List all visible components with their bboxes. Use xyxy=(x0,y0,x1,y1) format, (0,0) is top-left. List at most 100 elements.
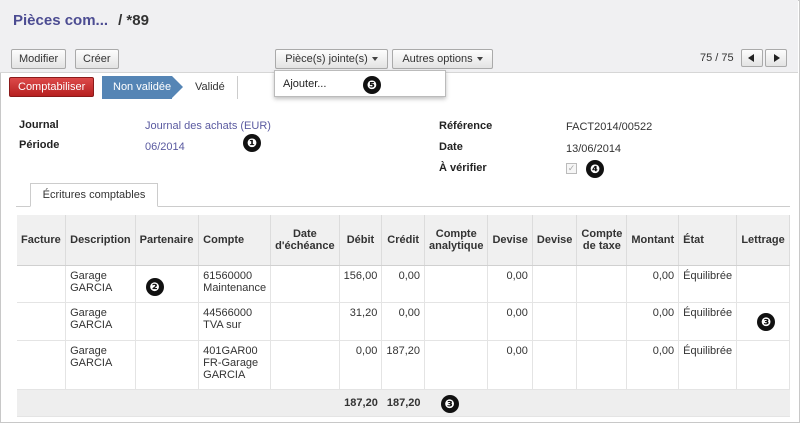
callout-2: ❷ xyxy=(145,277,164,296)
chevron-down-icon xyxy=(476,57,483,62)
stage-posted[interactable]: Validé xyxy=(195,76,225,99)
cell-account: 61560000 Maintenance xyxy=(198,265,272,303)
cell-due-date xyxy=(270,265,340,303)
total-credit: 187,20 xyxy=(381,389,425,417)
cell-amount: 0,00 xyxy=(626,302,680,341)
callout-1: ❶ xyxy=(243,134,261,152)
post-button[interactable]: Comptabiliser xyxy=(9,77,95,97)
col-partner[interactable]: Partenaire xyxy=(135,215,200,266)
cell-amount-currency: 0,00 xyxy=(487,340,533,390)
cell-state: Équilibrée xyxy=(678,265,738,303)
col-credit[interactable]: Crédit xyxy=(381,215,426,266)
cell-partner: ❷ xyxy=(135,265,200,303)
more-options-dropdown-button[interactable]: Autres options xyxy=(392,49,493,69)
more-options-label: Autres options xyxy=(402,53,473,65)
cell-tax-account xyxy=(576,265,628,303)
create-button[interactable]: Créer xyxy=(75,49,119,69)
attachments-menu: Ajouter... xyxy=(274,70,446,97)
to-check-label: À vérifier xyxy=(439,162,487,174)
cell-tax-account xyxy=(576,302,628,341)
col-currency[interactable]: Devise xyxy=(532,215,578,266)
cell-analytic xyxy=(424,340,489,390)
cell-reconcile: ❸ xyxy=(736,302,790,341)
cell-state: Équilibrée xyxy=(678,340,738,390)
cell-amount-currency: 0,00 xyxy=(487,265,533,303)
period-field[interactable]: 06/2014 xyxy=(145,141,185,153)
arrow-right-icon xyxy=(774,54,780,62)
callout-4: ❹ xyxy=(586,160,604,178)
cell-currency xyxy=(532,265,578,303)
cell-amount-currency: 0,00 xyxy=(487,302,533,341)
date-field[interactable]: 13/06/2014 xyxy=(566,143,621,155)
callout-3-totals: ❸ xyxy=(440,394,459,413)
cell-partner xyxy=(135,302,200,341)
cell-due-date xyxy=(270,340,340,390)
callout-5: ❺ xyxy=(363,76,381,94)
col-description[interactable]: Description xyxy=(65,215,136,266)
table-row[interactable]: Garage GARCIA ❷ 61560000 Maintenance 156… xyxy=(17,265,790,303)
col-analytic-account[interactable]: Compte analytique xyxy=(424,215,489,266)
cell-account: 401GAR00 FR-Garage GARCIA xyxy=(198,340,272,390)
cell-invoice xyxy=(17,340,67,390)
next-record-button[interactable] xyxy=(765,49,787,67)
totals-spacer xyxy=(17,389,340,417)
cell-state: Équilibrée xyxy=(678,302,738,341)
col-due-date[interactable]: Date d'échéance xyxy=(270,215,340,266)
cell-tax-account xyxy=(576,340,628,390)
pager-counter: 75 / 75 xyxy=(700,52,734,64)
cell-credit: 0,00 xyxy=(381,265,426,303)
cell-reconcile xyxy=(736,340,790,390)
callout-3: ❸ xyxy=(757,312,776,331)
attachments-dropdown-button[interactable]: Pièce(s) jointe(s) xyxy=(275,49,388,69)
table-totals-row: 187,20 187,20 ❸ xyxy=(17,389,790,417)
cell-debit: 31,20 xyxy=(339,302,383,341)
reference-field[interactable]: FACT2014/00522 xyxy=(566,121,652,133)
arrow-left-icon xyxy=(748,54,754,62)
cell-description: Garage GARCIA xyxy=(65,265,136,303)
cell-debit: 156,00 xyxy=(339,265,383,303)
cell-amount: 0,00 xyxy=(626,340,680,390)
cell-invoice xyxy=(17,265,67,303)
cell-partner xyxy=(135,340,200,390)
cell-credit: 187,20 xyxy=(381,340,426,390)
date-label: Date xyxy=(439,141,463,153)
cell-currency xyxy=(532,302,578,341)
breadcrumb-current: / *89 xyxy=(118,12,149,29)
to-check-checkbox[interactable]: ✓ xyxy=(566,163,577,174)
chevron-down-icon xyxy=(371,57,378,62)
attachments-label: Pièce(s) jointe(s) xyxy=(285,53,368,65)
stage-draft: Non validée xyxy=(102,76,183,99)
reference-label: Référence xyxy=(439,120,493,132)
journal-items-table: Facture Description Partenaire Compte Da… xyxy=(17,215,790,417)
cell-due-date xyxy=(270,302,340,341)
cell-invoice xyxy=(17,302,67,341)
cell-amount: 0,00 xyxy=(626,265,680,303)
journal-field[interactable]: Journal des achats (EUR) xyxy=(145,120,271,132)
stage-divider xyxy=(237,76,238,99)
breadcrumb-parent-link[interactable]: Pièces com... xyxy=(13,12,108,29)
period-label: Période xyxy=(19,139,60,151)
cell-description: Garage GARCIA xyxy=(65,340,136,390)
cell-account: 44566000 TVA sur xyxy=(198,302,272,341)
col-reconcile[interactable]: Lettrage xyxy=(736,215,790,266)
breadcrumb: Pièces com... / *89 xyxy=(13,12,149,29)
col-account[interactable]: Compte xyxy=(198,215,272,266)
col-debit[interactable]: Débit xyxy=(339,215,383,266)
cell-analytic xyxy=(424,265,489,303)
col-amount[interactable]: Montant xyxy=(626,215,680,266)
table-row[interactable]: Garage GARCIA 44566000 TVA sur 31,20 0,0… xyxy=(17,302,790,341)
col-state[interactable]: État xyxy=(678,215,738,266)
previous-record-button[interactable] xyxy=(741,49,763,67)
add-attachment-item[interactable]: Ajouter... xyxy=(283,78,326,90)
table-row[interactable]: Garage GARCIA 401GAR00 FR-Garage GARCIA … xyxy=(17,340,790,390)
col-amount-currency[interactable]: Devise xyxy=(487,215,533,266)
cell-description: Garage GARCIA xyxy=(65,302,136,341)
col-tax-account[interactable]: Compte de taxe xyxy=(576,215,628,266)
total-debit: 187,20 xyxy=(339,389,382,417)
cell-analytic xyxy=(424,302,489,341)
edit-button[interactable]: Modifier xyxy=(11,49,67,69)
col-invoice[interactable]: Facture xyxy=(17,215,67,266)
journal-label: Journal xyxy=(19,119,59,131)
tab-journal-items[interactable]: Écritures comptables xyxy=(30,183,158,207)
table-header-row: Facture Description Partenaire Compte Da… xyxy=(17,215,790,266)
